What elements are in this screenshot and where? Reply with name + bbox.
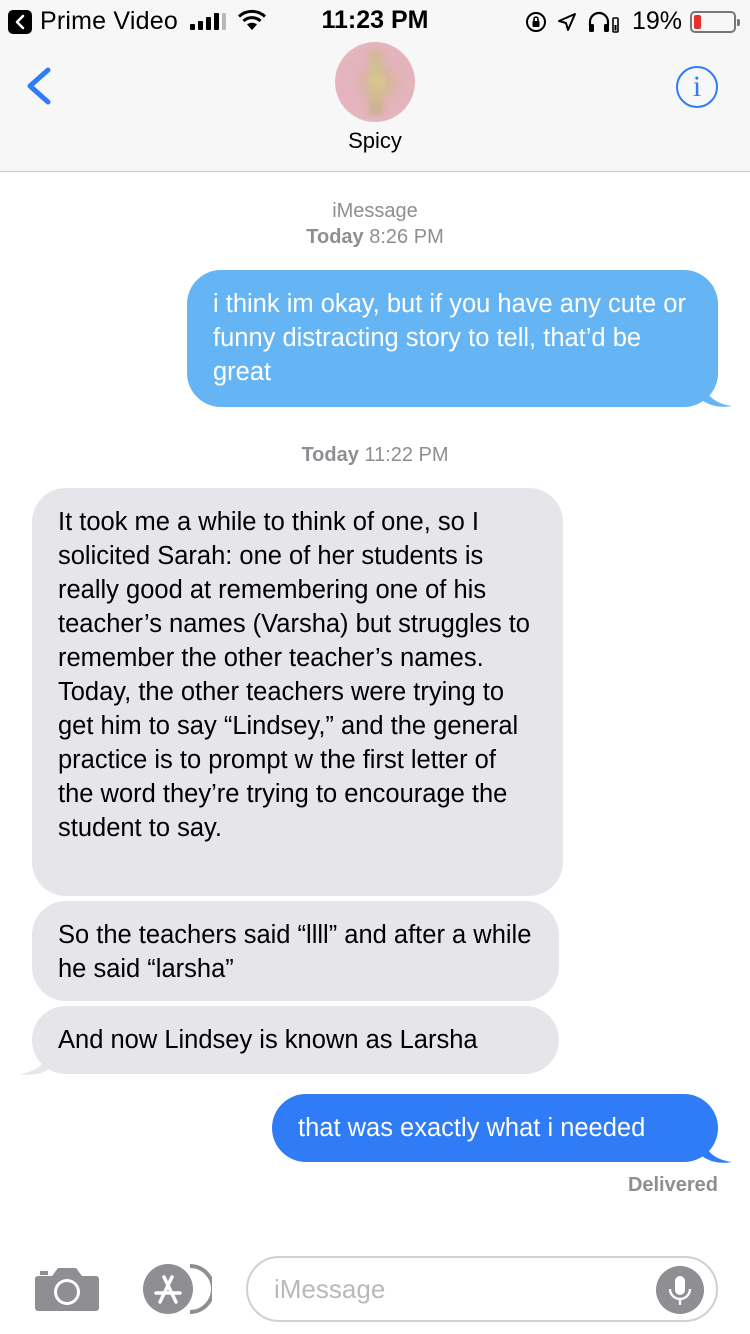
incoming-message[interactable]: And now Lindsey is known as Larsha	[32, 1006, 559, 1074]
microphone-icon[interactable]	[656, 1266, 704, 1314]
battery-icon	[690, 10, 740, 33]
avatar[interactable]	[335, 42, 415, 122]
contact-name[interactable]: Spicy	[0, 128, 750, 154]
incoming-message[interactable]: So the teachers said “llll” and after a …	[32, 901, 559, 1001]
compose-bar	[0, 1240, 750, 1334]
message-input-field[interactable]	[246, 1256, 718, 1322]
delivery-status: Delivered	[627, 1174, 718, 1196]
outgoing-message[interactable]: i think im okay, but if you have any cut…	[187, 270, 718, 407]
bubble-tail	[20, 1050, 50, 1075]
bubble-tail	[702, 382, 732, 407]
camera-icon[interactable]	[34, 1264, 100, 1312]
timestamp-time: 8:26 PM	[369, 226, 444, 248]
service-label: iMessage	[332, 200, 418, 222]
timestamp: Today 11:22 PM	[0, 444, 750, 467]
battery-fill	[694, 14, 702, 29]
timestamp-time: 11:22 PM	[364, 444, 449, 466]
chevron-left-icon[interactable]	[20, 64, 60, 108]
conversation-header: Spicy i	[0, 40, 750, 172]
status-bar: Prime Video 11:23 PM 19%	[0, 0, 750, 40]
timestamp-day: Today	[301, 444, 359, 466]
location-arrow-icon	[557, 12, 576, 31]
message-input[interactable]	[274, 1274, 654, 1305]
app-store-icon[interactable]	[138, 1262, 212, 1316]
bubble-tail	[702, 1138, 732, 1163]
timestamp-day: Today	[306, 226, 364, 248]
headphones-icon	[588, 11, 619, 33]
info-icon[interactable]: i	[676, 66, 718, 108]
orientation-lock-icon	[525, 11, 546, 32]
timestamp: Today 8:26 PM	[0, 226, 750, 249]
status-indicators: 19%	[524, 7, 740, 36]
incoming-message[interactable]: It took me a while to think of one, so I…	[32, 488, 563, 896]
battery-percent: 19%	[631, 7, 682, 35]
outgoing-message[interactable]: that was exactly what i needed	[272, 1094, 718, 1162]
